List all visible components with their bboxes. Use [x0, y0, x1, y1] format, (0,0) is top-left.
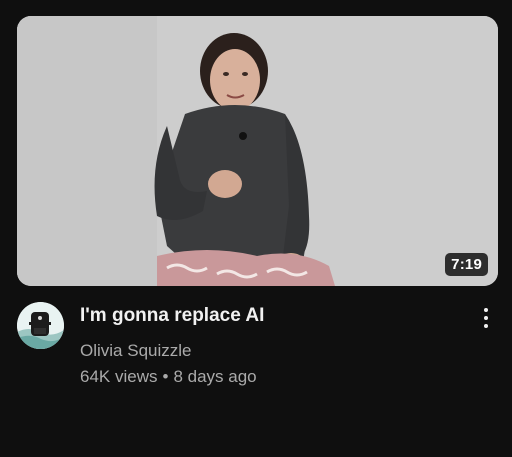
upload-age: 8 days ago	[173, 367, 257, 386]
view-count: 64K views	[80, 367, 158, 386]
thumbnail-image	[17, 16, 498, 286]
video-metadata: I'm gonna replace AI Olivia Squizzle 64K…	[80, 304, 460, 388]
channel-name[interactable]: Olivia Squizzle	[80, 340, 460, 362]
menu-dot	[484, 324, 488, 328]
separator-dot: •	[162, 367, 169, 386]
video-title[interactable]: I'm gonna replace AI	[80, 304, 460, 328]
video-thumbnail[interactable]: 7:19	[17, 16, 498, 286]
menu-dot	[484, 316, 488, 320]
more-vert-icon[interactable]	[474, 304, 498, 332]
menu-dot	[484, 308, 488, 312]
video-stats: 64K views • 8 days ago	[80, 366, 460, 388]
video-card: 7:19 I'm gonna replace AI Olivia Squizzl…	[0, 0, 512, 457]
avatar-image	[17, 302, 64, 349]
duration-badge: 7:19	[445, 253, 488, 276]
channel-avatar[interactable]	[17, 302, 64, 349]
